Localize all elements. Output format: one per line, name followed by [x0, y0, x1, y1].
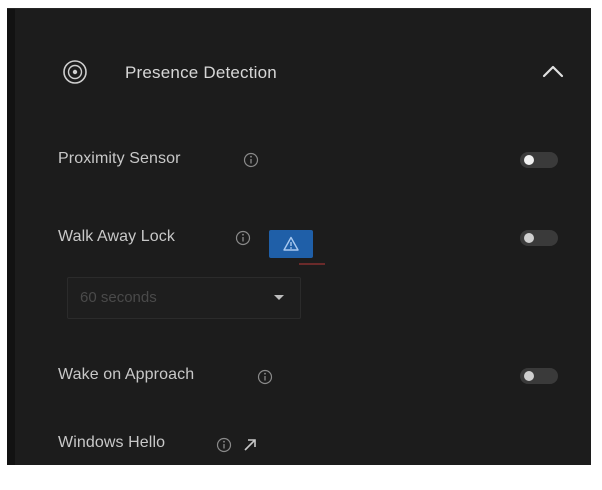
warning-icon — [283, 236, 299, 251]
presence-sensor-icon — [63, 60, 87, 84]
info-icon[interactable] — [235, 230, 251, 246]
proximity-sensor-label: Proximity Sensor — [58, 150, 181, 167]
info-icon[interactable] — [243, 152, 259, 168]
chevron-down-icon — [274, 295, 284, 300]
presence-detection-panel: Presence Detection Proximity Sensor Walk… — [7, 8, 591, 465]
walk-away-lock-label: Walk Away Lock — [58, 228, 176, 245]
info-icon[interactable] — [216, 437, 232, 453]
warning-indicator — [299, 263, 325, 265]
toggle-knob — [524, 233, 534, 243]
wake-on-approach-toggle[interactable] — [520, 368, 558, 384]
section-title: Presence Detection — [125, 63, 277, 82]
chevron-up-icon[interactable] — [535, 57, 571, 87]
wake-on-approach-label: Wake on Approach — [58, 366, 195, 383]
walk-away-delay-value: 60 seconds — [80, 289, 157, 306]
toggle-knob — [524, 155, 534, 165]
section-header[interactable]: Presence Detection — [7, 9, 591, 129]
walk-away-warning-badge[interactable] — [269, 230, 313, 258]
walk-away-delay-select[interactable]: 60 seconds — [67, 277, 301, 319]
external-link-icon[interactable] — [242, 437, 258, 453]
proximity-sensor-toggle[interactable] — [520, 152, 558, 168]
walk-away-lock-toggle[interactable] — [520, 230, 558, 246]
toggle-knob — [524, 371, 534, 381]
info-icon[interactable] — [257, 369, 273, 385]
windows-hello-label: Windows Hello — [58, 434, 166, 451]
